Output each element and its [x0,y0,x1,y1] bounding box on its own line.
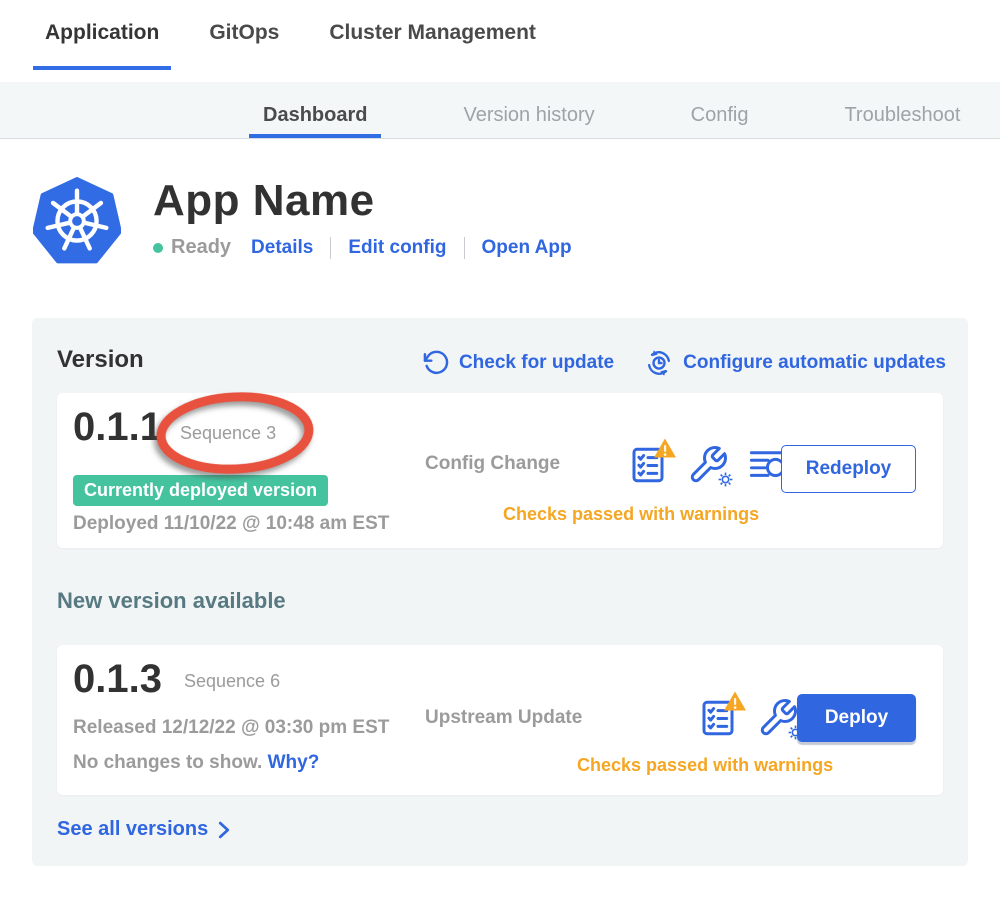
divider [464,237,465,259]
tab-gitops[interactable]: GitOps [197,0,291,70]
chevron-right-icon [216,820,232,840]
auto-update-clock-icon [644,348,674,378]
app-nav: Application GitOps Cluster Management [0,0,1000,70]
kubernetes-logo-icon [33,176,121,268]
tab-cluster-management[interactable]: Cluster Management [317,0,548,70]
released-timestamp: Released 12/12/22 @ 03:30 pm EST [73,717,389,739]
current-version-sequence: Sequence 3 [180,423,276,444]
warning-triangle-icon [653,437,677,459]
version-source-label: Upstream Update [425,707,582,729]
tab-version-history[interactable]: Version history [449,82,608,138]
see-all-versions-label: See all versions [57,818,208,841]
current-version-number: 0.1.1 [73,405,162,450]
configure-automatic-updates-link[interactable]: Configure automatic updates [644,348,946,378]
gear-icon [717,471,734,488]
tab-application[interactable]: Application [33,0,171,70]
sub-nav: Dashboard Version history Config Trouble… [0,82,1000,139]
check-for-update-link[interactable]: Check for update [422,349,614,377]
details-link[interactable]: Details [251,237,313,259]
check-for-update-label: Check for update [459,352,614,374]
version-panel-title: Version [57,346,144,374]
redeploy-button[interactable]: Redeploy [781,445,916,493]
tab-dashboard[interactable]: Dashboard [249,82,381,138]
available-version-sequence: Sequence 6 [184,671,280,692]
available-version-card: 0.1.3 Sequence 6 Released 12/12/22 @ 03:… [57,645,943,795]
no-changes-text: No changes to show. Why? [73,752,319,774]
see-all-versions-link[interactable]: See all versions [57,818,232,841]
currently-deployed-badge: Currently deployed version [73,475,328,506]
deployed-timestamp: Deployed 11/10/22 @ 10:48 am EST [73,513,389,535]
deploy-button[interactable]: Deploy [797,694,916,742]
preflight-checks-icon[interactable] [697,693,743,739]
available-version-number: 0.1.3 [73,657,162,702]
divider [330,237,331,259]
app-header: App Name Ready Details Edit config Open … [33,176,572,268]
ready-status-dot-icon [153,243,163,253]
tab-config[interactable]: Config [677,82,763,138]
app-status: Ready [171,236,231,259]
current-version-card: 0.1.1 Sequence 3 Currently deployed vers… [57,393,943,548]
version-panel: Version Check for update Configure autom… [32,318,968,866]
open-app-link[interactable]: Open App [482,237,572,259]
tab-troubleshoot[interactable]: Troubleshoot [830,82,974,138]
new-version-heading: New version available [57,588,286,614]
edit-config-link[interactable]: Edit config [348,237,446,259]
checks-status-current: Checks passed with warnings [503,504,759,525]
why-link[interactable]: Why? [268,752,320,773]
refresh-icon [422,349,450,377]
checks-status-available: Checks passed with warnings [577,755,833,776]
warning-triangle-icon [723,690,747,712]
app-title: App Name [153,176,572,226]
configure-automatic-updates-label: Configure automatic updates [683,352,946,374]
version-source-label: Config Change [425,453,560,475]
no-changes-label: No changes to show. [73,752,262,773]
config-wrench-icon[interactable] [687,440,733,486]
preflight-checks-icon[interactable] [627,440,673,486]
